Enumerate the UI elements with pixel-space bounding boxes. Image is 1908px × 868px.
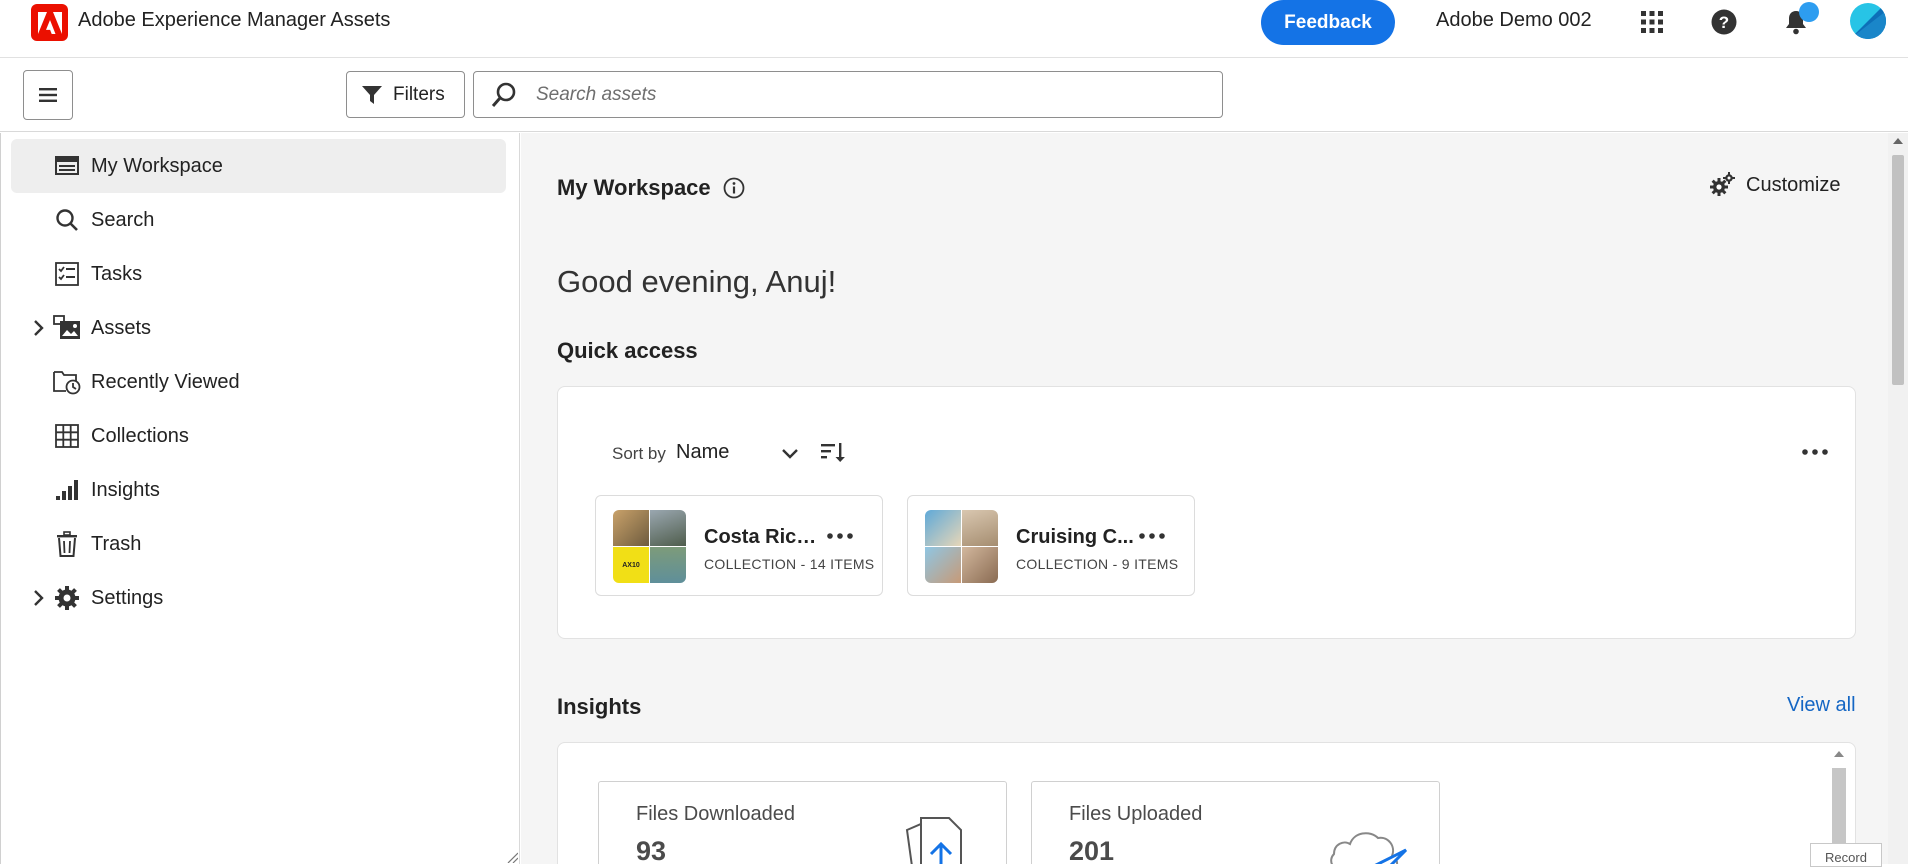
sidebar-item-recently-viewed[interactable]: Recently Viewed bbox=[11, 355, 506, 409]
sidebar-item-label: Insights bbox=[91, 478, 160, 501]
sort-by-label: Sort by bbox=[612, 444, 666, 463]
feedback-button[interactable]: Feedback bbox=[1261, 0, 1395, 45]
resize-grip-icon[interactable] bbox=[506, 850, 519, 864]
quick-access-title: Quick access bbox=[557, 338, 698, 363]
sidebar-item-my-workspace[interactable]: My Workspace bbox=[11, 139, 506, 193]
collections-icon bbox=[53, 422, 81, 450]
sidebar-item-tasks[interactable]: Tasks bbox=[11, 247, 506, 301]
customize-label: Customize bbox=[1746, 173, 1841, 196]
stat-label: Files Downloaded bbox=[636, 803, 795, 825]
scroll-up-icon[interactable] bbox=[1829, 747, 1849, 761]
collection-card[interactable]: Cruising C... COLLECTION - 9 ITEMS bbox=[907, 495, 1195, 596]
filter-icon bbox=[362, 85, 382, 104]
sidebar-item-label: Recently Viewed bbox=[91, 370, 240, 393]
filters-button[interactable]: Filters bbox=[346, 71, 465, 118]
sidebar-item-collections[interactable]: Collections bbox=[11, 409, 506, 463]
app-title[interactable]: Adobe Experience Manager Assets bbox=[78, 9, 390, 32]
collection-meta: COLLECTION - 9 ITEMS bbox=[1016, 556, 1179, 572]
more-options-icon[interactable] bbox=[1800, 439, 1830, 465]
greeting-heading: Good evening, Anuj! bbox=[557, 264, 837, 299]
collection-meta: COLLECTION - 14 ITEMS bbox=[704, 556, 875, 572]
view-all-link[interactable]: View all bbox=[1787, 694, 1856, 717]
quick-access-panel: Sort by Name AX10 Costa Rica... COLLECTI… bbox=[557, 386, 1856, 639]
avatar[interactable] bbox=[1850, 3, 1886, 39]
search-input[interactable] bbox=[536, 83, 1176, 106]
sidebar-item-label: Tasks bbox=[91, 262, 143, 285]
sidebar-item-trash[interactable]: Trash bbox=[11, 517, 506, 571]
sidebar-item-label: My Workspace bbox=[91, 154, 223, 177]
sidebar-item-label: Trash bbox=[91, 532, 142, 555]
filters-label: Filters bbox=[393, 83, 445, 105]
chevron-right-icon[interactable] bbox=[31, 590, 47, 606]
chevron-right-icon[interactable] bbox=[31, 320, 47, 336]
stat-value: 93 bbox=[636, 836, 667, 864]
scroll-up-icon[interactable] bbox=[1888, 133, 1908, 147]
record-button[interactable]: Record bbox=[1810, 843, 1882, 867]
top-bar: Adobe Experience Manager Assets Feedback… bbox=[0, 0, 1908, 58]
collection-card[interactable]: AX10 Costa Rica... COLLECTION - 14 ITEMS bbox=[595, 495, 883, 596]
svg-text:?: ? bbox=[1719, 13, 1729, 32]
search-field[interactable] bbox=[473, 71, 1223, 118]
sidebar-item-insights[interactable]: Insights bbox=[11, 463, 506, 517]
sidebar-item-assets[interactable]: Assets bbox=[11, 301, 506, 355]
sidebar: My Workspace Search Tasks Assets Recentl… bbox=[0, 133, 520, 864]
collection-thumbnail: AX10 bbox=[613, 510, 686, 583]
file-download-icon bbox=[899, 810, 979, 864]
main-content: My Workspace Customize Good evening, Anu… bbox=[521, 133, 1888, 864]
sort-field-select[interactable]: Name bbox=[676, 441, 729, 464]
collection-name: Costa Rica... bbox=[704, 526, 822, 548]
stat-card-files-downloaded[interactable]: Files Downloaded 93 bbox=[598, 781, 1007, 864]
gear-icon bbox=[53, 584, 81, 612]
sidebar-item-label: Settings bbox=[91, 586, 164, 609]
sort-order-icon[interactable] bbox=[820, 439, 846, 465]
collection-name: Cruising C... bbox=[1016, 526, 1134, 548]
insights-title: Insights bbox=[557, 694, 642, 719]
org-switcher[interactable]: Adobe Demo 002 bbox=[1436, 9, 1592, 32]
hamburger-icon bbox=[39, 88, 57, 102]
cloud-upload-icon bbox=[1322, 810, 1408, 864]
sidebar-item-settings[interactable]: Settings bbox=[11, 571, 506, 625]
insights-panel: Files Downloaded 93 Files Uploaded 201 bbox=[557, 742, 1856, 864]
menu-toggle-button[interactable] bbox=[23, 70, 73, 120]
toolbar: Filters bbox=[0, 58, 1908, 132]
app-switcher-icon[interactable] bbox=[1636, 6, 1668, 38]
stat-card-files-uploaded[interactable]: Files Uploaded 201 bbox=[1031, 781, 1440, 864]
stat-label: Files Uploaded bbox=[1069, 803, 1203, 825]
scrollbar-thumb[interactable] bbox=[1892, 155, 1904, 385]
sidebar-item-search[interactable]: Search bbox=[11, 193, 506, 247]
gears-icon bbox=[1710, 172, 1735, 196]
stat-value: 201 bbox=[1069, 836, 1115, 864]
insights-icon bbox=[53, 476, 81, 504]
search-icon bbox=[491, 82, 516, 107]
trash-icon bbox=[53, 530, 81, 558]
help-icon[interactable]: ? bbox=[1708, 6, 1740, 38]
more-options-icon[interactable] bbox=[824, 524, 856, 548]
recently-viewed-icon bbox=[53, 368, 81, 396]
collection-thumbnail bbox=[925, 510, 998, 583]
customize-button[interactable]: Customize bbox=[1708, 171, 1840, 199]
more-options-icon[interactable] bbox=[1136, 524, 1168, 548]
notification-badge bbox=[1799, 2, 1819, 22]
sidebar-item-label: Assets bbox=[91, 316, 152, 339]
search-icon bbox=[53, 206, 81, 234]
page-title: My Workspace bbox=[557, 175, 711, 200]
chevron-down-icon[interactable] bbox=[780, 444, 800, 464]
adobe-logo-icon[interactable] bbox=[31, 4, 68, 41]
assets-icon bbox=[53, 314, 81, 342]
sidebar-item-label: Search bbox=[91, 208, 155, 231]
tasks-icon bbox=[53, 260, 81, 288]
workspace-icon bbox=[53, 152, 81, 180]
sidebar-item-label: Collections bbox=[91, 424, 189, 447]
main-scrollbar[interactable] bbox=[1888, 133, 1908, 864]
info-icon[interactable] bbox=[722, 176, 746, 200]
